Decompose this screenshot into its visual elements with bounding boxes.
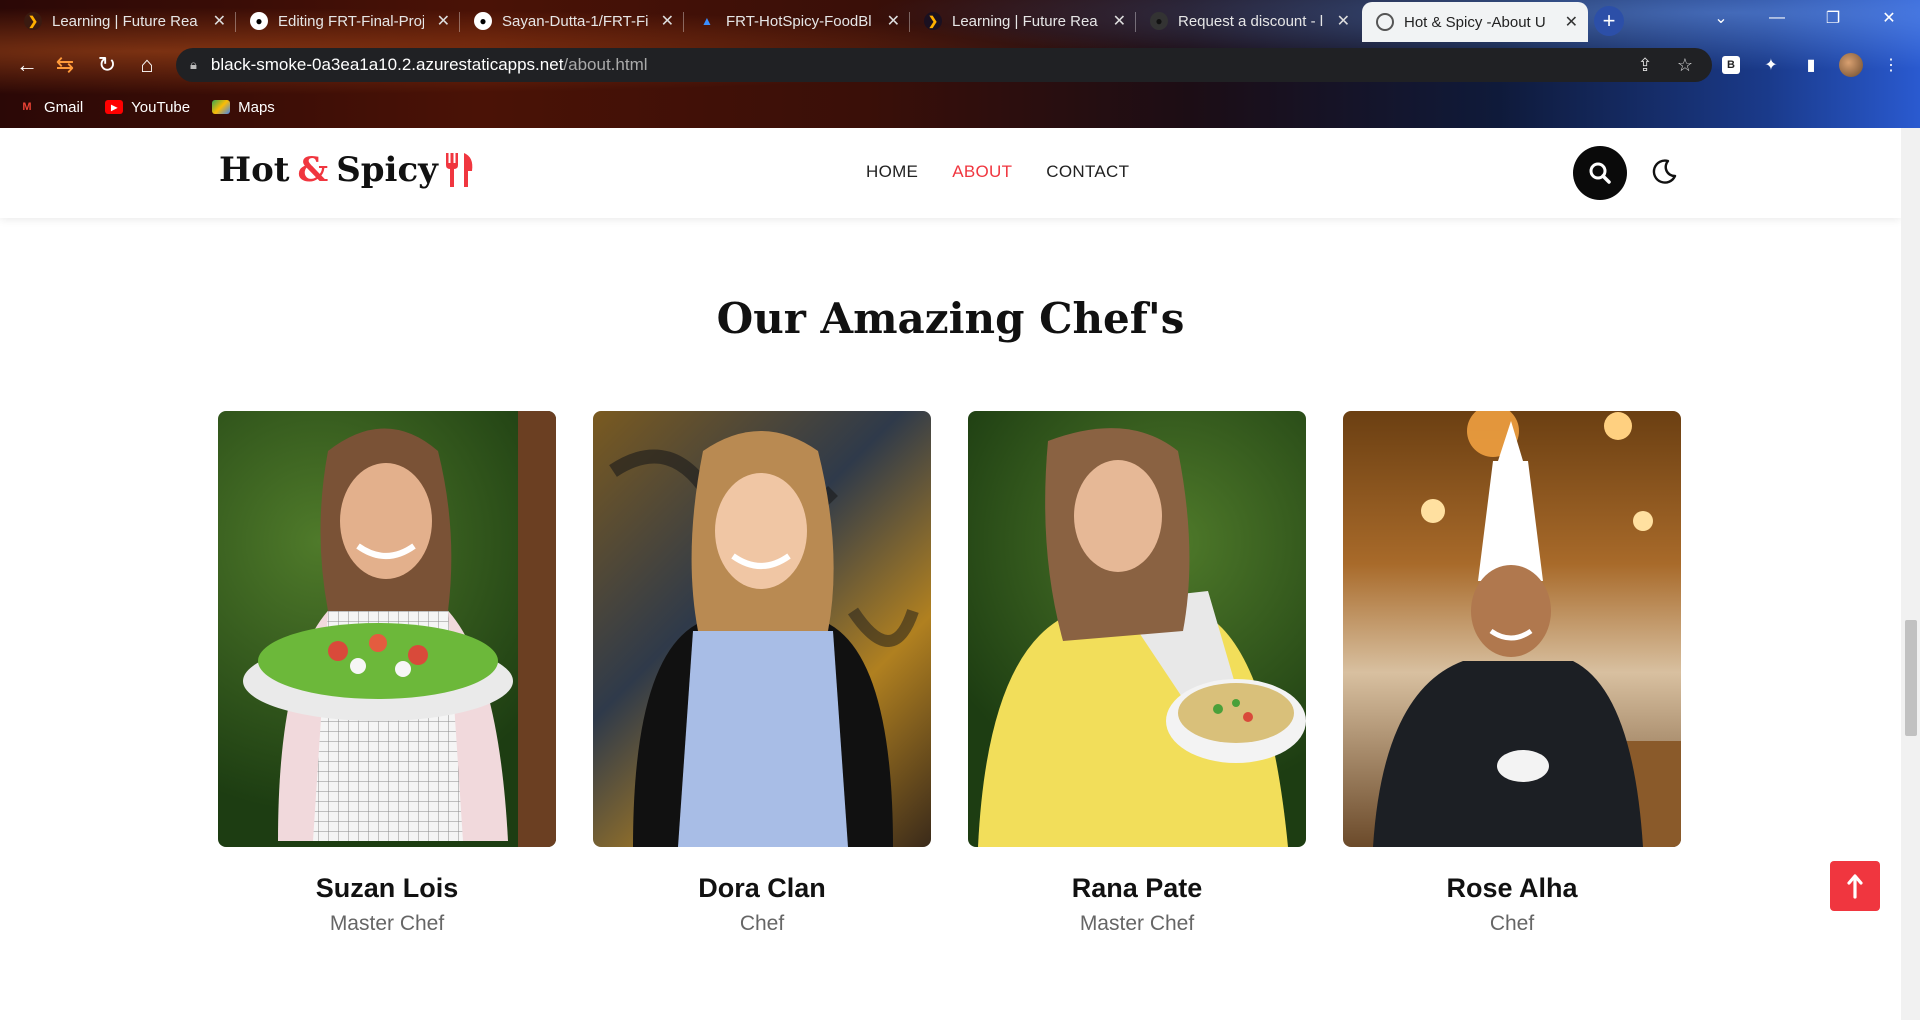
bookmarks-bar: M Gmail ▶ YouTube Maps (0, 92, 1920, 122)
github-icon: ● (1150, 12, 1168, 30)
tab-title: Editing FRT-Final-Proj (278, 12, 424, 30)
site-header: Hot & Spicy HOME ABOUT CONTACT (0, 128, 1901, 218)
chef-card: Rose Alha Chef (1343, 411, 1681, 936)
side-panel-icon[interactable]: ▮ (1798, 52, 1824, 78)
chef-card: Suzan Lois Master Chef (218, 411, 556, 936)
chef-role: Chef (1489, 912, 1535, 935)
nav-home[interactable]: HOME (866, 162, 918, 182)
avatar[interactable] (1838, 52, 1864, 78)
tab-strip: ❯ Learning | Future Read ✕ ● Editing FRT… (0, 0, 1920, 42)
tab-editing[interactable]: ● Editing FRT-Final-Proj ✕ (236, 2, 460, 40)
chef-photo (968, 411, 1306, 847)
close-icon[interactable]: ✕ (1113, 11, 1126, 31)
chef-name: Suzan Lois (315, 873, 459, 903)
tab-learning-2[interactable]: ❯ Learning | Future Read ✕ (910, 2, 1136, 40)
globe-icon (1376, 13, 1394, 31)
bookmark-youtube[interactable]: ▶ YouTube (105, 99, 190, 116)
tab-title: Request a discount - l (1178, 12, 1324, 30)
chef-role: Master Chef (329, 912, 445, 935)
chef-name: Rana Pate (1071, 873, 1203, 903)
back-to-top-button[interactable] (1830, 861, 1880, 911)
browser-toolbar: ← ⇆ ↻ ⌂ 🔒︎ black-smoke-0a3ea1a10.2.azure… (0, 42, 1920, 88)
tab-repo[interactable]: ● Sayan-Dutta-1/FRT-Fi ✕ (460, 2, 684, 40)
star-icon[interactable]: ☆ (1670, 48, 1700, 82)
tab-hot-spicy[interactable]: Hot & Spicy -About U ✕ (1362, 2, 1588, 42)
github-icon: ● (474, 12, 492, 30)
gmail-icon: M (22, 101, 32, 113)
page-scrollbar[interactable] (1901, 128, 1920, 1020)
tab-title: FRT-HotSpicy-FoodBl (726, 12, 872, 30)
close-icon[interactable]: ✕ (661, 11, 674, 31)
chef-role: Chef (739, 912, 785, 935)
bookmark-gmail[interactable]: M Gmail (18, 99, 83, 116)
chef-photo (593, 411, 931, 847)
chef-role: Master Chef (1079, 912, 1195, 935)
url-host: black-smoke-0a3ea1a10.2.azurestaticapps.… (210, 55, 564, 74)
future-ready-icon: ❯ (24, 12, 42, 30)
back-icon[interactable]: ← (12, 50, 42, 80)
main-nav: HOME ABOUT CONTACT (866, 162, 1129, 182)
close-icon[interactable]: ✕ (1337, 11, 1350, 31)
azure-icon: ▲ (701, 14, 713, 28)
youtube-icon: ▶ (105, 100, 124, 114)
nav-contact[interactable]: CONTACT (1046, 162, 1129, 182)
tab-title: Learning | Future Read (952, 12, 1098, 30)
chef-name: Rose Alha (1446, 873, 1578, 903)
maps-icon (212, 100, 231, 114)
arrow-up-icon (1847, 874, 1863, 899)
github-icon: ● (250, 12, 268, 30)
dark-mode-toggle[interactable] (1646, 154, 1682, 190)
tab-search-icon[interactable]: ⌄ (1694, 0, 1748, 36)
search-button[interactable] (1573, 146, 1627, 200)
puzzle-icon[interactable]: ✦ (1758, 52, 1784, 78)
tab-title: Hot & Spicy -About U (1404, 13, 1546, 31)
nav-about[interactable]: ABOUT (952, 162, 1012, 182)
new-tab-button[interactable]: + (1594, 6, 1624, 36)
chef-card: Rana Pate Master Chef (968, 411, 1306, 936)
search-icon (1589, 162, 1611, 184)
address-bar[interactable]: 🔒︎ black-smoke-0a3ea1a10.2.azurestaticap… (176, 48, 1712, 82)
bookmark-maps[interactable]: Maps (212, 99, 275, 116)
close-icon[interactable]: ✕ (213, 11, 226, 31)
site-logo[interactable]: Hot & Spicy (219, 150, 476, 190)
reload-icon[interactable]: ↻ (92, 50, 122, 80)
section-title: Our Amazing Chef's (716, 294, 1185, 343)
chef-name: Dora Clan (698, 873, 826, 903)
close-window-button[interactable]: ✕ (1862, 0, 1916, 36)
chef-photo (218, 411, 556, 847)
menu-icon[interactable]: ⋮ (1878, 52, 1904, 78)
close-icon[interactable]: ✕ (887, 11, 900, 31)
lock-icon: 🔒︎ (190, 57, 197, 72)
close-icon[interactable]: ✕ (437, 11, 450, 31)
close-icon[interactable]: ✕ (1565, 12, 1578, 32)
forward-icon[interactable]: ⇆ (50, 50, 80, 80)
tab-learning-1[interactable]: ❯ Learning | Future Read ✕ (10, 2, 236, 40)
tab-discount[interactable]: ● Request a discount - l ✕ (1136, 2, 1360, 40)
web-page: Hot & Spicy HOME ABOUT CONTACT Our Amazi… (0, 128, 1901, 1020)
chef-card: Dora Clan Chef (593, 411, 931, 936)
share-icon[interactable]: ⇪ (1630, 48, 1660, 82)
tab-azure[interactable]: ▲ FRT-HotSpicy-FoodBl ✕ (684, 2, 910, 40)
chef-photo (1343, 411, 1681, 847)
url-path: /about.html (563, 55, 648, 74)
scrollbar-thumb[interactable] (1905, 620, 1917, 736)
extension-b-icon[interactable]: B (1718, 52, 1744, 78)
home-icon[interactable]: ⌂ (132, 50, 162, 80)
moon-icon (1652, 159, 1677, 184)
tab-title: Learning | Future Read (52, 12, 198, 30)
tab-title: Sayan-Dutta-1/FRT-Fi (502, 12, 648, 30)
minimize-button[interactable]: — (1750, 0, 1804, 36)
browser-chrome: ❯ Learning | Future Read ✕ ● Editing FRT… (0, 0, 1920, 128)
future-ready-icon: ❯ (924, 12, 942, 30)
restore-button[interactable]: ❐ (1806, 0, 1860, 36)
fork-knife-icon (445, 153, 473, 187)
